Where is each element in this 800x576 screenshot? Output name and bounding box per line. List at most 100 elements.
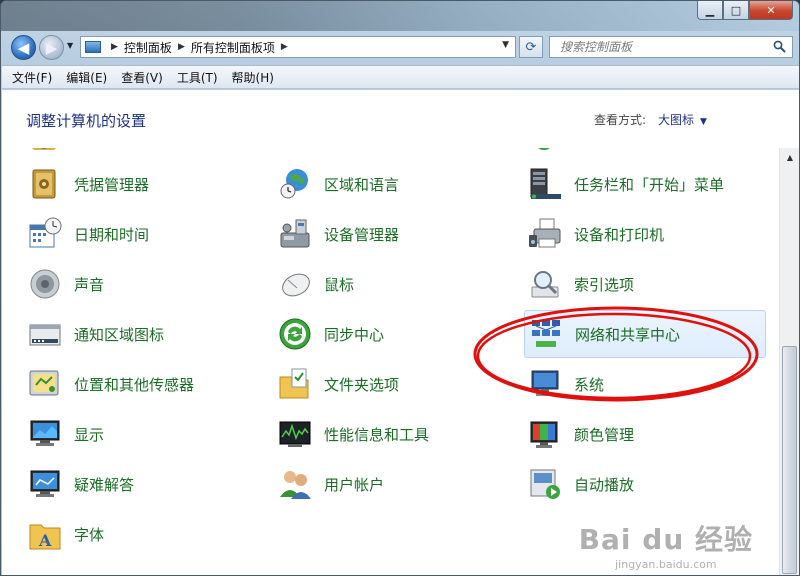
item-label: 设备管理器 [324,225,400,244]
view-by-label: 查看方式: [594,113,647,127]
folder-options-icon [279,368,309,399]
item-location-sensors[interactable]: 位置和其他传感器 [28,364,268,404]
magnifier-icon [531,271,559,298]
fonts-icon: A [29,524,61,550]
item-sync-center[interactable]: 同步中心 [278,314,518,354]
close-button[interactable]: ✕ [749,1,793,20]
maximize-button[interactable]: □ [723,1,749,20]
sensor-icon [29,370,59,396]
watermark-main: Bai du 经验 [578,523,753,556]
breadcrumb-separator-icon[interactable]: ▶ [178,42,185,52]
item-credential-manager[interactable]: 凭据管理器 [28,164,268,204]
item-label: 自动播放 [574,475,635,494]
item-taskbar-start-menu[interactable]: 任务栏和「开始」菜单 [528,164,768,204]
item-label: 同步中心 [324,325,385,344]
vertical-scrollbar[interactable]: ▲ [779,148,799,575]
taskbar-icon [530,168,561,199]
item-sound[interactable]: 声音 [28,264,268,304]
item-label: 网络和共享中心 [575,325,681,344]
content-pane: 调整计算机的设置 查看方式: 大图标 ▼ 凭据管理器 区域和语言 任务栏和「开始… [2,90,799,575]
scroll-up-arrow-icon[interactable]: ▲ [780,148,799,166]
item-label: 用户帐户 [324,475,385,494]
baidu-watermark: Bai du 经验 jingyan.baidu.com [579,518,753,571]
sync-icon [279,318,311,350]
breadcrumb-all-items[interactable]: 所有控制面板项 [191,39,275,56]
breadcrumb-separator-icon[interactable]: ▶ [281,42,288,52]
search-icon[interactable] [773,40,786,53]
menu-file[interactable]: 文件(F) [12,69,52,86]
menu-help[interactable]: 帮助(H) [232,69,274,86]
address-bar[interactable]: ▶ 控制面板 ▶ 所有控制面板项 ▶ ▼ [80,36,516,58]
scrollbar-thumb[interactable] [782,346,797,574]
item-system[interactable]: 系统 [528,364,768,404]
autoplay-icon [530,469,560,499]
item-display[interactable]: 显示 [28,414,268,454]
item-autoplay[interactable]: 自动播放 [528,464,768,504]
recent-pages-dropdown-icon[interactable]: ▼ [67,41,73,50]
item-network-sharing-center[interactable]: 网络和共享中心 [524,310,766,358]
item-mouse[interactable]: 鼠标 [278,264,518,304]
user-accounts-icon [280,471,311,499]
speaker-icon [30,269,60,299]
item-label: 系统 [574,375,605,394]
calendar-clock-icon [29,217,62,248]
item-label: 设备和打印机 [574,225,665,244]
performance-icon [279,421,311,447]
menu-bar: 文件(F) 编辑(E) 查看(V) 工具(T) 帮助(H) [2,65,799,89]
item-devices-printers[interactable]: 设备和打印机 [528,214,768,254]
partial-item-icon[interactable] [284,148,314,154]
item-label: 任务栏和「开始」菜单 [574,175,725,194]
item-label: 索引选项 [574,275,635,294]
chevron-down-icon: ▼ [700,117,707,127]
item-label: 显示 [74,425,105,444]
menu-view[interactable]: 查看(V) [121,69,163,86]
item-folder-options[interactable]: 文件夹选项 [278,364,518,404]
item-label: 日期和时间 [74,225,150,244]
network-icon [532,320,560,347]
control-panel-items: 凭据管理器 区域和语言 任务栏和「开始」菜单 日期和时间 设备管理器 设备和打印… [2,148,778,575]
item-label: 文件夹选项 [324,375,400,394]
item-user-accounts[interactable]: 用户帐户 [278,464,518,504]
watermark-sub: jingyan.baidu.com [615,558,717,571]
item-indexing-options[interactable]: 索引选项 [528,264,768,304]
search-box[interactable] [549,36,793,58]
view-by-value: 大图标 [658,113,695,127]
view-by-dropdown[interactable]: 大图标 ▼ [658,111,707,128]
item-region-language[interactable]: 区域和语言 [278,164,518,204]
item-label: 位置和其他传感器 [74,375,195,394]
item-fonts[interactable]: A 字体 [28,514,268,554]
mouse-icon [282,273,310,297]
control-panel-window: ▁ □ ✕ ◀ ▶ ▼ ▶ 控制面板 ▶ 所有控制面板项 ▶ ▼ ⟳ 文件(F)… [0,0,800,576]
notification-icon [29,324,61,346]
search-input[interactable] [550,37,760,57]
window-controls: ▁ □ ✕ [697,1,793,20]
svg-text:A: A [38,531,52,550]
display-icon [30,420,60,446]
partial-item-icon[interactable] [530,148,560,154]
breadcrumb-separator-icon[interactable]: ▶ [111,42,118,52]
item-troubleshooting[interactable]: 疑难解答 [28,464,268,504]
printer-icon [529,218,561,248]
breadcrumb-control-panel[interactable]: 控制面板 [124,39,172,56]
refresh-button[interactable]: ⟳ [519,36,543,58]
item-color-management[interactable]: 颜色管理 [528,414,768,454]
item-label: 疑难解答 [74,475,135,494]
address-dropdown-icon[interactable]: ▼ [502,40,509,50]
back-button[interactable]: ◀ [11,35,36,60]
item-notification-area-icons[interactable]: 通知区域图标 [28,314,268,354]
item-device-manager[interactable]: 设备管理器 [278,214,518,254]
partial-item-icon[interactable] [30,148,60,154]
item-performance-info[interactable]: 性能信息和工具 [278,414,518,454]
content-header: 调整计算机的设置 查看方式: 大图标 ▼ [2,90,799,148]
item-label: 声音 [74,275,105,294]
menu-edit[interactable]: 编辑(E) [66,69,107,86]
vault-icon [32,169,56,199]
forward-button[interactable]: ▶ [39,35,64,60]
device-manager-icon [280,219,310,248]
menu-tools[interactable]: 工具(T) [177,69,218,86]
item-date-time[interactable]: 日期和时间 [28,214,268,254]
page-title: 调整计算机的设置 [26,112,147,130]
title-bar: ▁ □ ✕ [1,1,799,27]
color-management-icon [530,421,558,448]
minimize-button[interactable]: ▁ [697,1,723,20]
